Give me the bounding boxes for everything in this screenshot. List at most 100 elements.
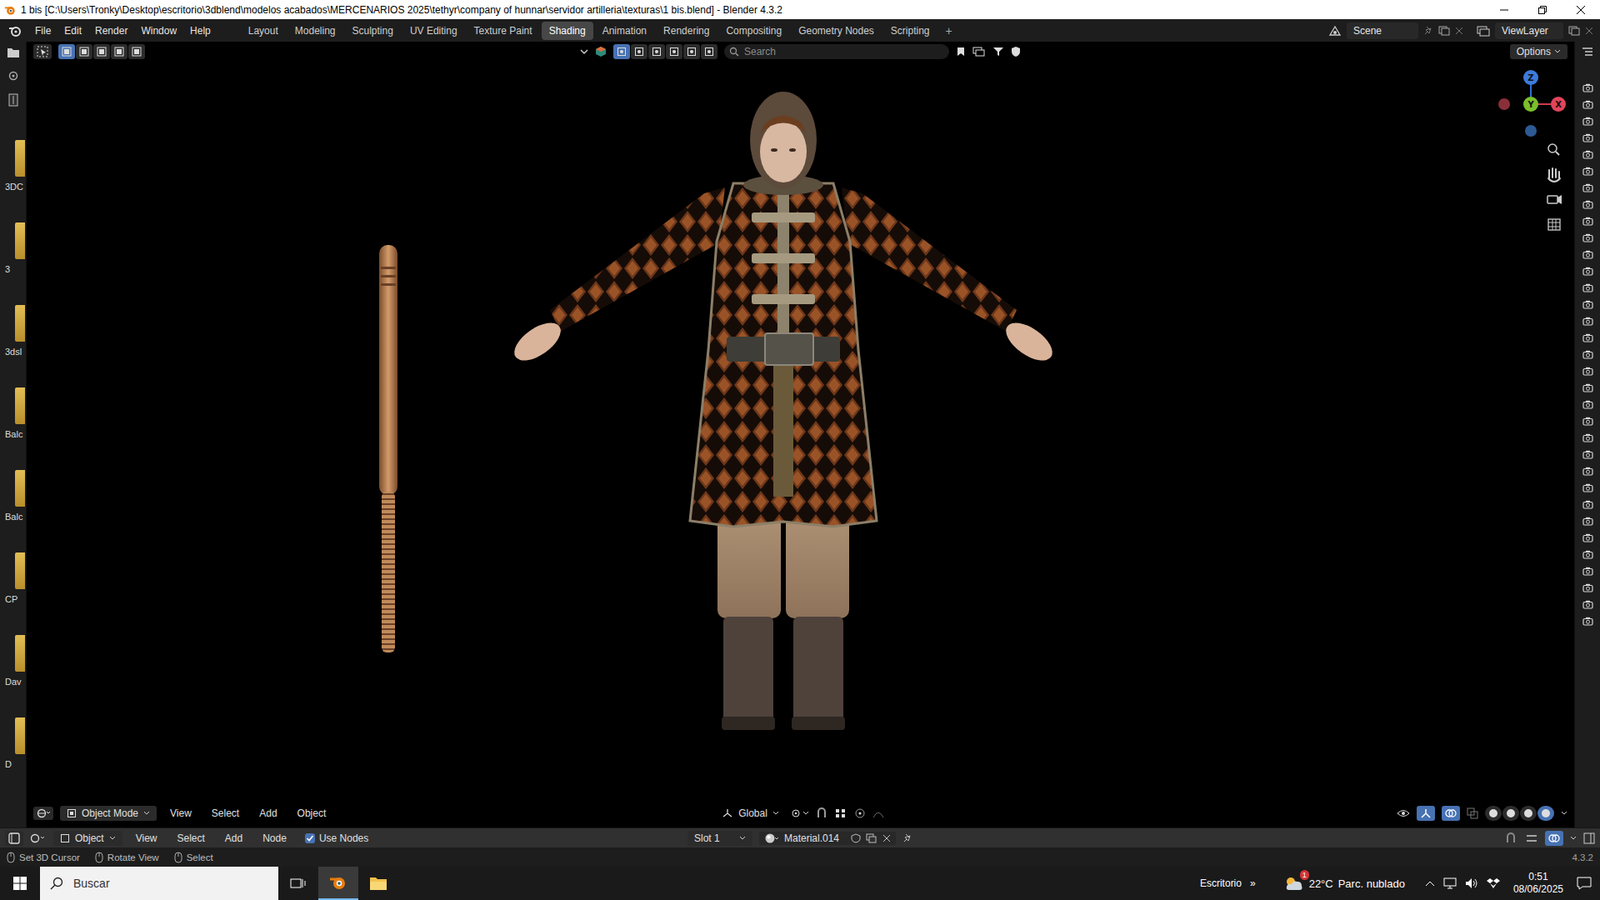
render-camera-icon[interactable] — [1582, 233, 1594, 243]
view-mode-button[interactable] — [665, 44, 683, 60]
dropbox-icon[interactable] — [1486, 877, 1500, 890]
weather-widget[interactable]: 1 22°C Parc. nublado — [1284, 875, 1405, 892]
bookmark-icon[interactable] — [955, 46, 966, 57]
sidebar-icon[interactable] — [7, 93, 20, 107]
shader-object-dropdown[interactable]: Object — [53, 830, 123, 846]
chevron-icon[interactable] — [1570, 835, 1577, 841]
render-camera-icon[interactable] — [1582, 500, 1594, 510]
render-camera-icon[interactable] — [1582, 300, 1594, 310]
add-workspace-button[interactable]: + — [939, 22, 960, 40]
file-item[interactable]: 3dsl — [0, 305, 26, 388]
render-camera-icon[interactable] — [1582, 100, 1594, 110]
outliner-row[interactable] — [1582, 612, 1594, 630]
file-explorer-button[interactable] — [358, 866, 399, 900]
file-item[interactable]: 3DC — [0, 140, 26, 223]
viewport-menu[interactable]: Select — [205, 805, 246, 821]
remove-view-layer-icon[interactable] — [1585, 26, 1594, 35]
render-camera-icon[interactable] — [1582, 516, 1594, 526]
blender-logo-icon[interactable] — [8, 24, 22, 38]
scene-icon[interactable] — [1328, 25, 1342, 37]
shading-mode-button[interactable] — [1485, 805, 1502, 821]
desktop-toolbar[interactable]: Escritorio — [1200, 877, 1242, 890]
select-mode-button[interactable] — [58, 44, 75, 60]
outliner-row[interactable] — [1582, 112, 1594, 130]
select-mode-button[interactable] — [128, 44, 145, 60]
options-button[interactable]: Options — [1510, 44, 1568, 60]
falloff-icon[interactable] — [872, 807, 885, 820]
display-mode-icon[interactable] — [595, 45, 607, 58]
render-camera-icon[interactable] — [1582, 283, 1594, 293]
outliner-row[interactable] — [1582, 512, 1594, 530]
filter-icon[interactable] — [992, 46, 1005, 57]
view-layer-icon[interactable] — [1476, 25, 1490, 37]
outliner-row[interactable] — [1582, 229, 1594, 246]
outliner-row[interactable] — [1582, 245, 1594, 263]
outliner-row[interactable] — [1582, 295, 1594, 313]
orientation-dropdown[interactable]: Global — [716, 805, 785, 821]
notifications-icon[interactable] — [1576, 876, 1592, 890]
outliner-row[interactable] — [1582, 562, 1594, 580]
render-camera-icon[interactable] — [1582, 166, 1594, 176]
outliner-row[interactable] — [1582, 462, 1594, 480]
render-camera-icon[interactable] — [1582, 183, 1594, 193]
outliner-row[interactable] — [1582, 145, 1594, 163]
maximize-button[interactable] — [1523, 0, 1562, 20]
blender-taskbar-button[interactable] — [318, 866, 359, 900]
mode-dropdown[interactable]: Object Mode — [60, 805, 157, 821]
unlink-icon[interactable] — [882, 834, 891, 843]
workspace-tab[interactable]: UV Editing — [402, 21, 465, 40]
render-camera-icon[interactable] — [1582, 433, 1594, 443]
view-mode-button[interactable] — [613, 44, 630, 60]
outliner-row[interactable] — [1582, 362, 1594, 380]
render-camera-icon[interactable] — [1582, 583, 1594, 593]
outliner-row[interactable] — [1582, 445, 1594, 463]
shader-menu[interactable]: Select — [170, 830, 211, 846]
snap-icon[interactable] — [815, 807, 828, 820]
minimize-button[interactable] — [1485, 0, 1524, 20]
duplicate-icon[interactable] — [865, 833, 878, 844]
folder-icon[interactable] — [6, 46, 20, 59]
shader-menu[interactable]: Add — [218, 830, 250, 846]
outliner-row[interactable] — [1582, 379, 1594, 396]
pin-icon[interactable] — [1423, 25, 1434, 36]
select-mode-button[interactable] — [110, 44, 128, 60]
render-camera-icon[interactable] — [1582, 116, 1594, 126]
outliner-row[interactable] — [1582, 529, 1594, 546]
menu-item[interactable]: Render — [88, 22, 135, 40]
outliner-row[interactable] — [1582, 345, 1594, 363]
taskbar-search[interactable]: Buscar — [40, 866, 279, 900]
overlay-toggle[interactable] — [1545, 830, 1564, 846]
menu-item[interactable]: Edit — [57, 22, 89, 40]
toolbar-expand[interactable]: » — [1250, 877, 1256, 890]
render-camera-icon[interactable] — [1582, 450, 1594, 460]
viewport-menu[interactable]: Add — [252, 805, 284, 821]
shader-menu[interactable]: Node — [255, 830, 294, 846]
sort-icon[interactable] — [972, 46, 986, 57]
workspace-tab[interactable]: Shading — [541, 21, 594, 40]
tray-arrow-icon[interactable] — [1425, 880, 1435, 887]
slot-dropdown[interactable]: Slot 1 — [687, 830, 753, 846]
camera-view-icon[interactable] — [1547, 195, 1562, 205]
outliner-row[interactable] — [1582, 479, 1594, 496]
file-item[interactable]: CP — [0, 552, 26, 635]
shader-menu[interactable]: View — [129, 830, 165, 846]
render-camera-icon[interactable] — [1582, 316, 1594, 326]
view-mode-button[interactable] — [683, 44, 700, 60]
viewport-menu[interactable]: View — [163, 805, 199, 821]
outliner-row[interactable] — [1582, 95, 1594, 113]
outliner-row[interactable] — [1582, 429, 1594, 446]
outliner-icon[interactable] — [1581, 46, 1594, 57]
pin-icon[interactable] — [902, 833, 913, 844]
file-item[interactable]: Balc — [0, 387, 26, 470]
select-mode-button[interactable] — [93, 44, 110, 60]
render-camera-icon[interactable] — [1582, 83, 1594, 93]
render-camera-icon[interactable] — [1582, 350, 1594, 360]
settings-icon[interactable] — [7, 70, 20, 82]
render-camera-icon[interactable] — [1582, 333, 1594, 343]
dropdown-icon[interactable] — [580, 48, 589, 55]
render-camera-icon[interactable] — [1582, 416, 1594, 426]
pan-hand-icon[interactable] — [1548, 168, 1560, 182]
overlay-toggle[interactable] — [1441, 805, 1460, 821]
file-item[interactable]: Dav — [0, 635, 26, 718]
render-camera-icon[interactable] — [1582, 250, 1594, 260]
